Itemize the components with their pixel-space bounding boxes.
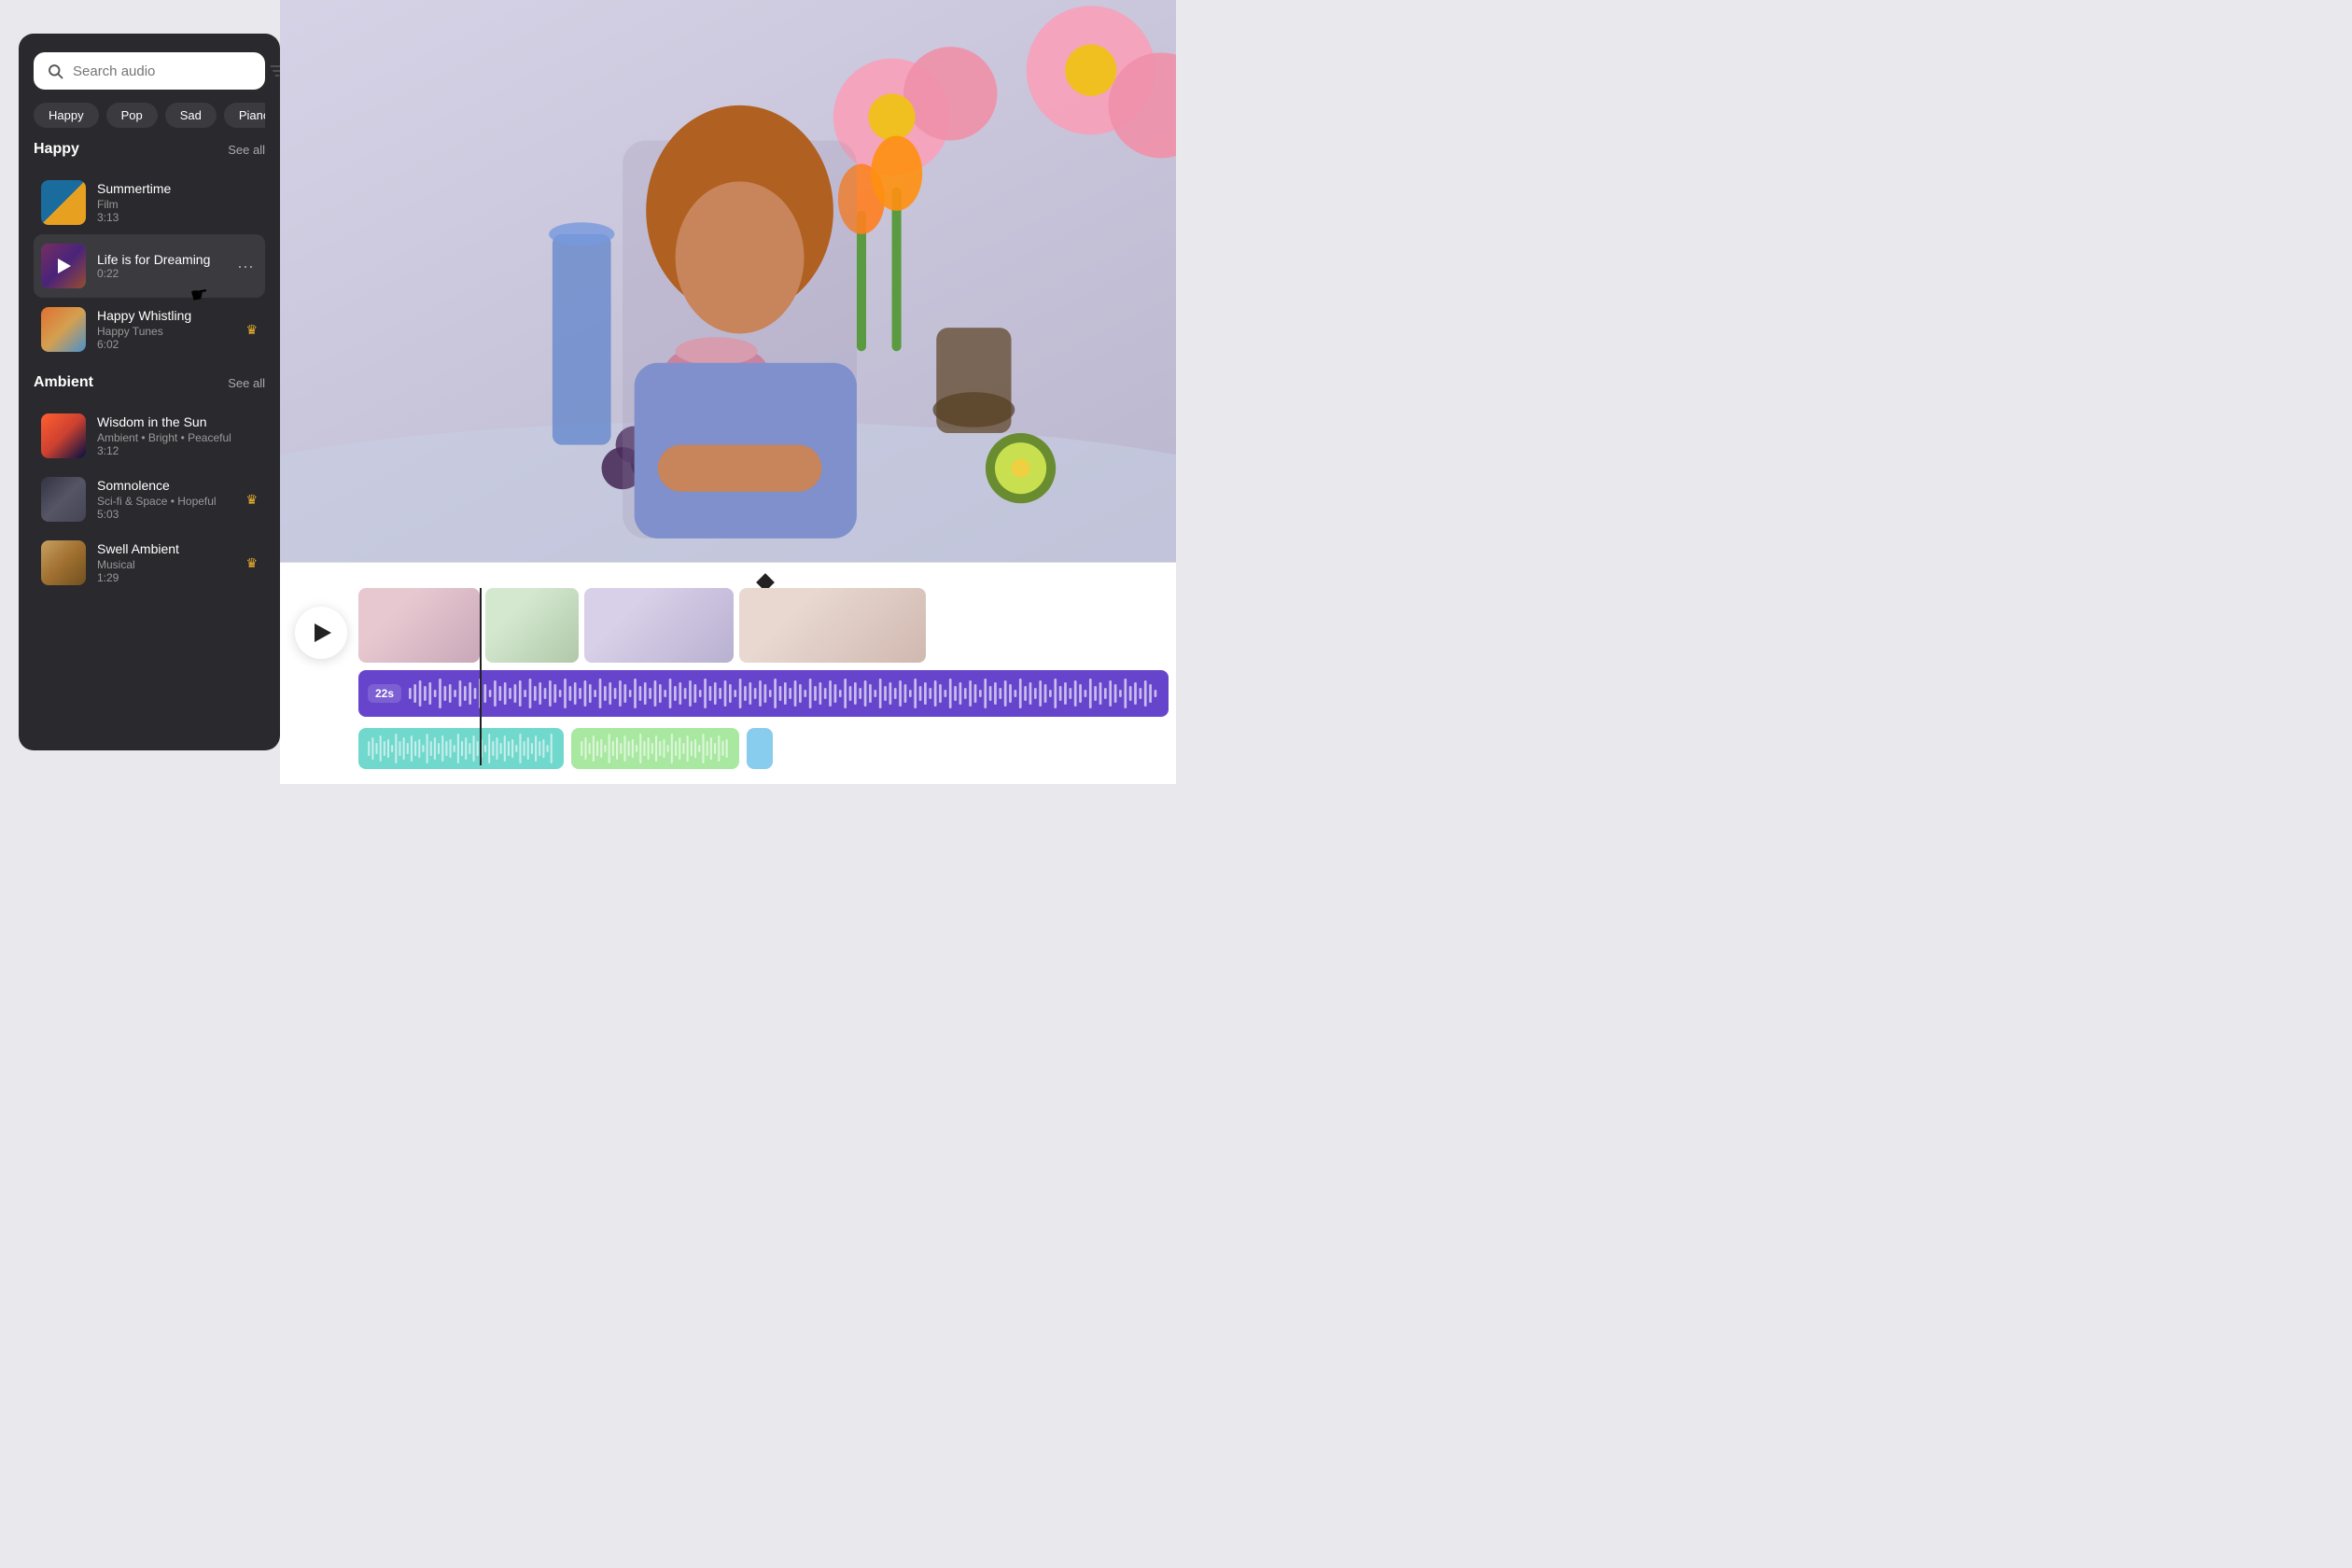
premium-icon-swell: ♛ — [245, 555, 258, 571]
track-duration-wisdom: 3:12 — [97, 444, 258, 457]
premium-icon-whistling: ♛ — [245, 322, 258, 338]
ambient-section-header: Ambient See all — [34, 374, 265, 391]
ambient-see-all[interactable]: See all — [228, 376, 265, 390]
track-name-whistling: Happy Whistling — [97, 308, 234, 323]
happy-see-all[interactable]: See all — [228, 143, 265, 157]
search-icon — [47, 63, 63, 79]
playhead-line — [480, 588, 482, 765]
track-item-somnolence[interactable]: Somnolence Sci-fi & Space • Hopeful 5:03… — [34, 468, 265, 531]
tag-piano[interactable]: Piano — [224, 103, 265, 128]
track-info-whistling: Happy Whistling Happy Tunes 6:02 — [97, 308, 234, 351]
track-duration-summertime: 3:13 — [97, 211, 258, 224]
video-thumb-1[interactable] — [358, 588, 480, 663]
tracks-content: 22s — [358, 588, 1176, 769]
track-genre-summertime: Film — [97, 198, 258, 211]
track-thumb-whistling — [41, 307, 86, 352]
play-button[interactable] — [295, 607, 347, 659]
track-item-wisdom[interactable]: Wisdom in the Sun Ambient • Bright • Pea… — [34, 404, 265, 468]
track-info-wisdom: Wisdom in the Sun Ambient • Bright • Pea… — [97, 414, 258, 457]
preview-illustration — [280, 0, 1176, 562]
track-name-wisdom: Wisdom in the Sun — [97, 414, 258, 429]
tag-pop[interactable]: Pop — [106, 103, 158, 128]
happy-section-header: Happy See all — [34, 141, 265, 158]
track-info-dreaming: Life is for Dreaming 0:22 — [97, 252, 222, 280]
track-more-dreaming[interactable]: ··· — [233, 253, 258, 280]
track-item-swell[interactable]: Swell Ambient Musical 1:29 ♛ — [34, 531, 265, 595]
premium-icon-somnolence: ♛ — [245, 492, 258, 508]
tag-sad[interactable]: Sad — [165, 103, 217, 128]
track-duration-swell: 1:29 — [97, 571, 234, 584]
track-duration-dreaming: 0:22 — [97, 267, 222, 280]
track-name-swell: Swell Ambient — [97, 541, 234, 556]
track-genre-swell: Musical — [97, 558, 234, 571]
happy-track-list: Summertime Film 3:13 Life is for Dreamin… — [34, 171, 265, 361]
track-genre-wisdom: Ambient • Bright • Peaceful — [97, 431, 258, 444]
track-info-swell: Swell Ambient Musical 1:29 — [97, 541, 234, 584]
track-name-dreaming: Life is for Dreaming — [97, 252, 222, 267]
ambient-section-title: Ambient — [34, 374, 93, 391]
video-preview — [280, 0, 1176, 562]
track-thumb-somnolence — [41, 477, 86, 522]
track-thumb-wisdom — [41, 413, 86, 458]
track-genre-somnolence: Sci-fi & Space • Hopeful — [97, 495, 234, 508]
ambient-track-list: Wisdom in the Sun Ambient • Bright • Pea… — [34, 404, 265, 595]
track-info-summertime: Summertime Film 3:13 — [97, 181, 258, 224]
timeline-area: 22s — [280, 562, 1176, 784]
track-duration-whistling: 6:02 — [97, 338, 234, 351]
track-info-somnolence: Somnolence Sci-fi & Space • Hopeful 5:03 — [97, 478, 234, 521]
track-thumb-summertime — [41, 180, 86, 225]
track-name-summertime: Summertime — [97, 181, 258, 196]
timeline-header — [280, 572, 1176, 588]
waveform-purple — [409, 677, 1159, 710]
filter-icon[interactable] — [268, 62, 280, 80]
audio-track-blue[interactable] — [747, 728, 773, 769]
tag-happy[interactable]: Happy — [34, 103, 99, 128]
video-thumb-2[interactable] — [485, 588, 579, 663]
audio-track-teal[interactable] — [358, 728, 564, 769]
track-thumb-dreaming — [41, 244, 86, 288]
track-genre-whistling: Happy Tunes — [97, 325, 234, 338]
video-thumb-3[interactable] — [584, 588, 734, 663]
waveform-teal — [364, 732, 558, 765]
search-input[interactable] — [73, 63, 259, 79]
waveform-green — [577, 732, 734, 765]
play-overlay-dreaming — [41, 244, 86, 288]
track-duration-somnolence: 5:03 — [97, 508, 234, 521]
audio-library-panel: Happy Pop Sad Piano Jazz Bi› Happy See a… — [19, 34, 280, 750]
timeline-tracks: 22s — [280, 588, 1176, 769]
track-item-dreaming[interactable]: Life is for Dreaming 0:22 ··· ☛ — [34, 234, 265, 298]
video-thumb-4[interactable] — [739, 588, 926, 663]
track-name-somnolence: Somnolence — [97, 478, 234, 493]
track-item-summertime[interactable]: Summertime Film 3:13 — [34, 171, 265, 234]
play-triangle-icon — [58, 259, 71, 273]
happy-section-title: Happy — [34, 141, 79, 158]
search-bar[interactable] — [34, 52, 265, 90]
tags-row: Happy Pop Sad Piano Jazz Bi› — [34, 103, 265, 128]
play-button-icon — [315, 623, 331, 642]
track-thumb-swell — [41, 540, 86, 585]
audio-time-label: 22s — [368, 684, 401, 703]
right-panel: 22s — [280, 0, 1176, 784]
audio-track-green[interactable] — [571, 728, 739, 769]
track-item-whistling[interactable]: Happy Whistling Happy Tunes 6:02 ♛ — [34, 298, 265, 361]
